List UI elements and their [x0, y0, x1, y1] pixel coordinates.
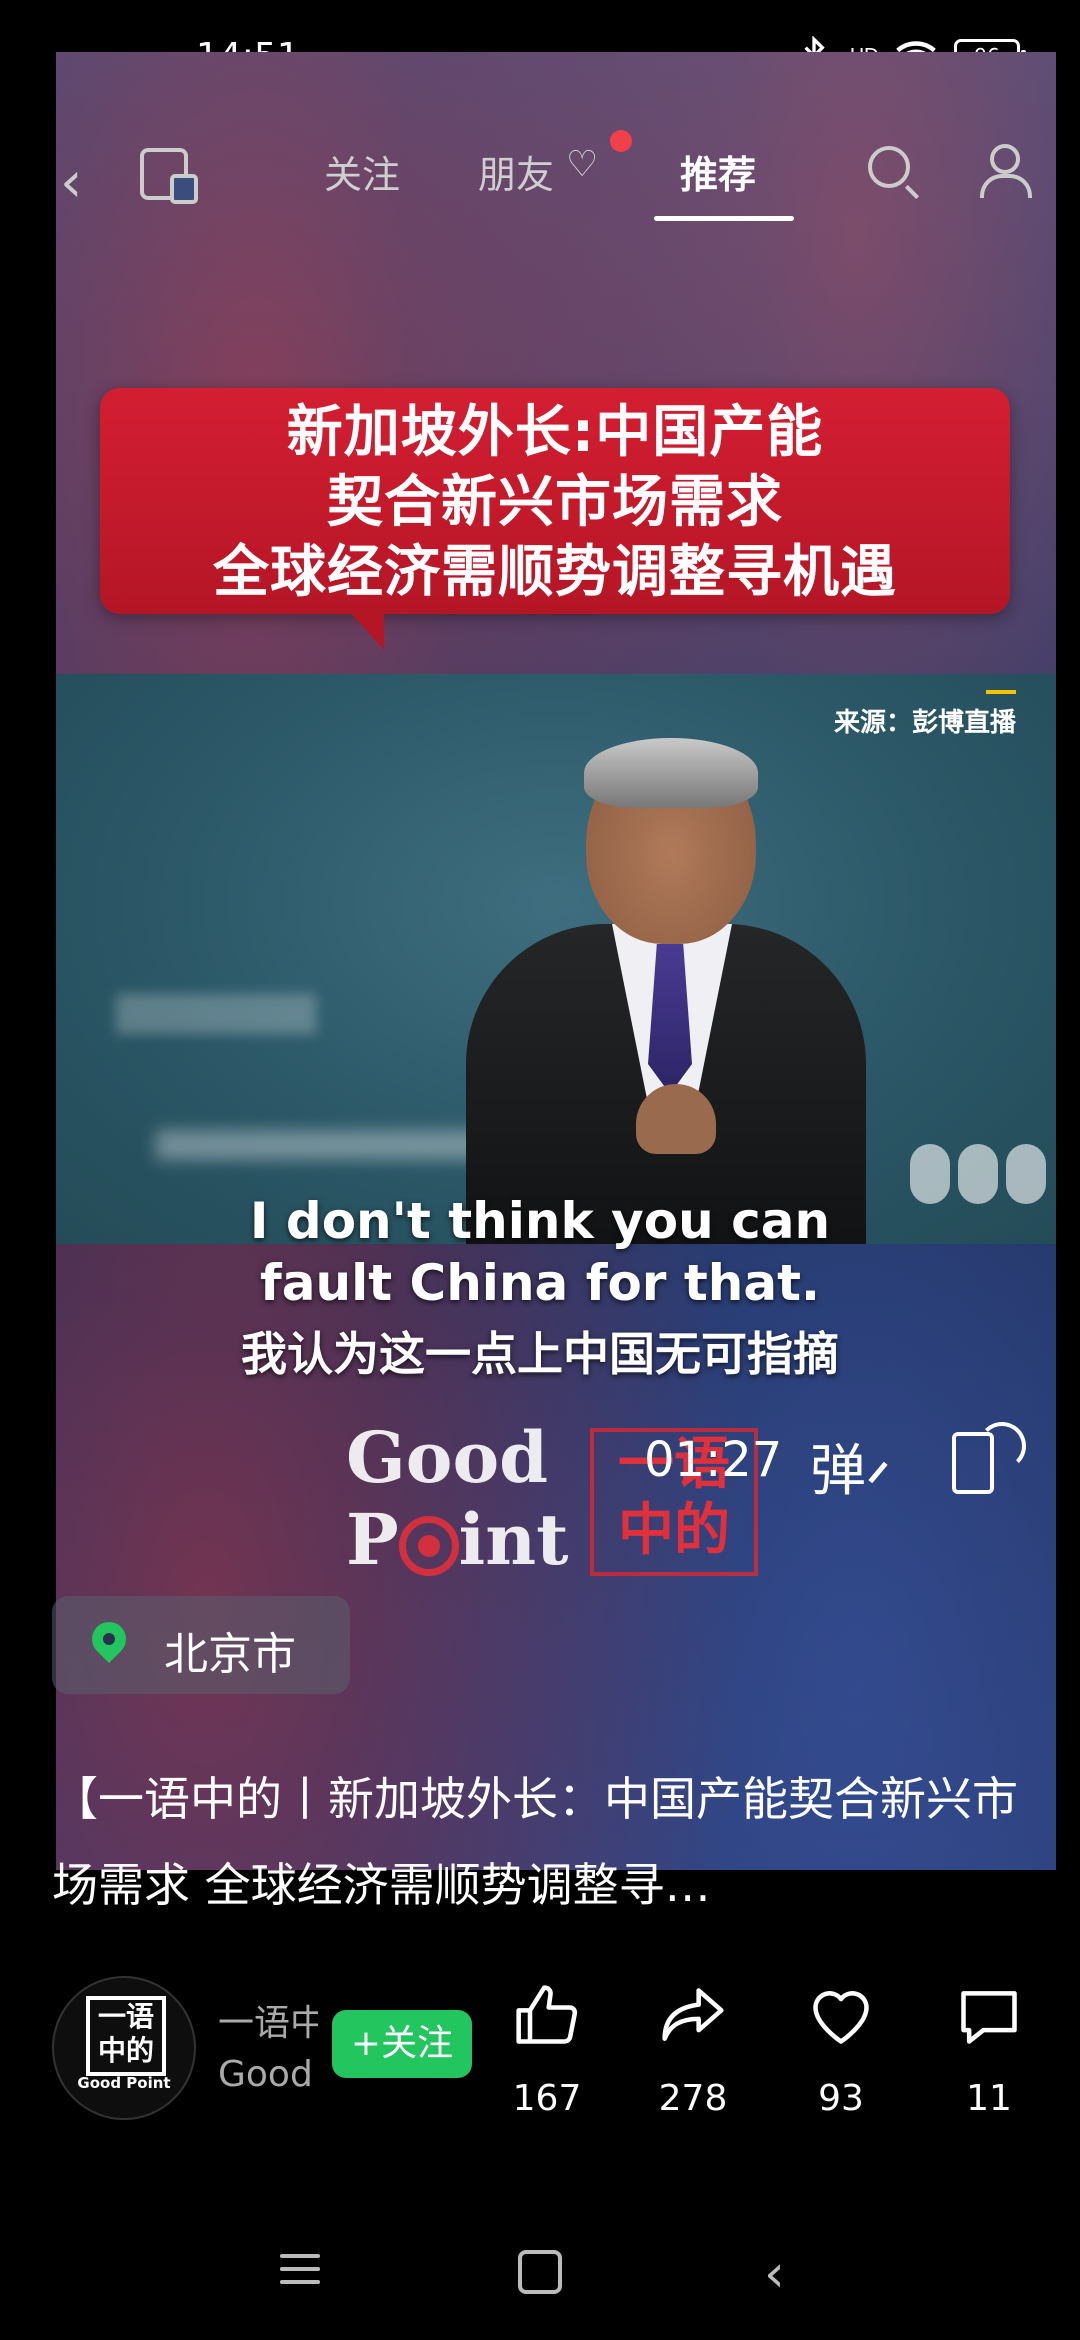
location-text: 北京市: [164, 1629, 296, 1680]
rotate-arrow-icon: [978, 1422, 1026, 1470]
comment-icon: [961, 1991, 1017, 2044]
headline-line: 新加坡外长:中国产能: [286, 400, 824, 465]
search-icon[interactable]: [868, 146, 910, 188]
subtitle-chinese: 我认为这一点上中国无可指摘: [241, 1327, 839, 1381]
favorite-count: 93: [818, 2078, 864, 2119]
location-pin-icon: [84, 1614, 134, 1664]
author-avatar[interactable]: 一语 中的 Good Point: [52, 1976, 196, 2120]
friends-heart-icon: ♡: [566, 144, 599, 185]
blurred-background-text: [116, 994, 316, 1034]
speaker-figure: [386, 738, 946, 1244]
follow-button[interactable]: +关注: [332, 2010, 472, 2078]
switch-icon[interactable]: [140, 148, 198, 204]
notification-dot: [610, 130, 632, 152]
subtitle-english: I don't think you can fault China for th…: [0, 1190, 1080, 1314]
heart-icon: [813, 1991, 869, 2044]
share-count: 278: [658, 2078, 728, 2119]
back-icon[interactable]: ‹: [60, 150, 82, 215]
user-icon[interactable]: [980, 144, 1032, 198]
avatar-label: Good Point: [77, 2074, 171, 2092]
watermark-good: Good: [346, 1416, 549, 1499]
subtitle-line: I don't think you can: [249, 1192, 831, 1250]
author-name[interactable]: 一语中的: [218, 1994, 318, 2046]
like-count: 167: [512, 2078, 582, 2119]
video-time: 01:27: [644, 1432, 783, 1488]
source-bar: [986, 690, 1016, 694]
subtitle-line: fault China for that.: [259, 1254, 820, 1312]
danmu-button[interactable]: 弹: [810, 1426, 866, 1507]
video-headline: 新加坡外长:中国产能 契合新兴市场需求 全球经济需顺势调整寻机遇: [100, 388, 1010, 650]
video-caption[interactable]: 【一语中的丨新加坡外长：中国产能契合新兴市场需求 全球经济需顺势调整寻…: [52, 1756, 1042, 1928]
avatar-logo-line: 中的: [97, 2034, 154, 2067]
tab-recommended[interactable]: 推荐: [680, 144, 756, 199]
headline-line: 全球经济需顺势调整寻机遇: [213, 540, 897, 605]
avatar-logo-line: 一语: [97, 2000, 154, 2033]
comment-count: 11: [966, 2078, 1012, 2119]
video-frame: 来源：彭博直播: [56, 674, 1056, 1244]
watermark-cn-line: 中的: [618, 1498, 730, 1563]
avatar-logo: 一语 中的: [86, 1996, 166, 2076]
location-tag[interactable]: 北京市: [52, 1596, 350, 1694]
tab-following[interactable]: 关注: [324, 144, 400, 199]
author-subtitle: Good Point: [218, 2054, 318, 2095]
watermark-point-rest: int: [458, 1498, 569, 1581]
video-source: 来源：彭博直播: [833, 708, 1016, 738]
system-home-icon[interactable]: [518, 2250, 562, 2294]
watermark-o-icon: [398, 1516, 459, 1576]
share-icon: [662, 1988, 724, 2041]
active-tab-underline: [654, 216, 794, 221]
headline-line: 契合新兴市场需求: [327, 470, 783, 535]
top-nav: ‹ 关注 朋友 ♡ 推荐: [0, 130, 1080, 230]
system-menu-icon[interactable]: [280, 2254, 320, 2293]
thumbs-up-icon: [516, 1985, 578, 2044]
tab-friends[interactable]: 朋友: [478, 144, 554, 199]
watermark-point: Pint: [346, 1498, 569, 1581]
system-back-icon[interactable]: ‹: [764, 2244, 785, 2304]
